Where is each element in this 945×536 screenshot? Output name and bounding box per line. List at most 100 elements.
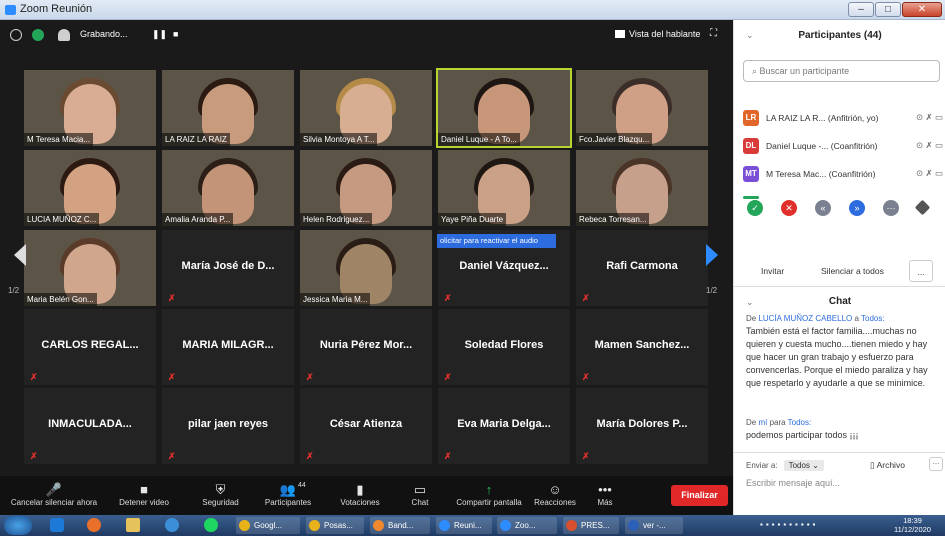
more-button[interactable]: ••• Más xyxy=(580,476,630,515)
participant-tile[interactable]: Silvia Montoya A T... xyxy=(300,70,432,146)
slower-icon[interactable]: « xyxy=(815,200,831,216)
app-icon xyxy=(566,520,577,531)
unmute-request-popup[interactable]: olicitar para reactivar el audio xyxy=(437,234,556,248)
taskbar-app[interactable]: PRES... xyxy=(563,517,619,534)
participant-tile[interactable]: Mamen Sanchez... ✗ xyxy=(576,309,708,385)
file-button[interactable]: ▯ Archivo xyxy=(870,460,905,471)
faster-icon[interactable]: » xyxy=(849,200,865,216)
participant-name: Nuria Pérez Mor... xyxy=(319,339,413,351)
participant-row[interactable]: LR LA RAIZ LA R... (Anfitrión, yo) ⊙ ✗ ▭ xyxy=(743,108,943,128)
taskbar-app[interactable]: Googl... xyxy=(236,517,300,534)
file-explorer-icon[interactable] xyxy=(126,518,140,532)
fullscreen-button[interactable]: ⛶ xyxy=(710,28,717,39)
pause-recording-button[interactable]: ❚❚ xyxy=(152,29,167,40)
participant-tile[interactable]: Amalia Aranda P... xyxy=(162,150,294,226)
participant-name: Mamen Sanchez... xyxy=(594,339,690,351)
more-reactions-icon[interactable]: ⋯ xyxy=(883,200,899,216)
maximize-button[interactable]: □ xyxy=(875,2,901,17)
share-screen-button[interactable]: ↑ Compartir pantalla xyxy=(450,476,528,515)
participant-tile[interactable]: Rafi Carmona ✗ xyxy=(576,230,708,306)
participant-tile[interactable]: Fco.Javier Blazqu... xyxy=(576,70,708,146)
participant-tile[interactable]: Rebeca Torresan... xyxy=(576,150,708,226)
end-meeting-button[interactable]: Finalizar xyxy=(671,485,728,506)
participant-tile[interactable]: Jessica Maria M... xyxy=(300,230,432,306)
stop-video-button[interactable]: ■ Detener video xyxy=(108,476,180,515)
participant-name: Maria Belén Gon... xyxy=(24,293,97,306)
participant-tile[interactable]: pilar jaen reyes ✗ xyxy=(162,388,294,464)
taskbar-app[interactable]: Posas... xyxy=(306,517,364,534)
taskbar-app-label: ver -... xyxy=(643,521,666,530)
firefox-icon[interactable] xyxy=(87,518,101,532)
reactions-button[interactable]: ☺ Reacciones xyxy=(530,476,580,515)
participant-tile[interactable]: Maria Belén Gon... xyxy=(24,230,156,306)
muted-mic-icon: ✗ xyxy=(306,451,314,461)
recipient-link[interactable]: Todos: xyxy=(861,314,885,323)
taskbar-app-label: Posas... xyxy=(324,521,353,530)
grid-icon xyxy=(615,30,625,38)
info-icon[interactable] xyxy=(10,29,22,41)
participant-row[interactable]: DL Daniel Luque -... (Coanfitrión) ⊙ ✗ ▭ xyxy=(743,136,943,156)
taskbar-app-label: PRES... xyxy=(581,521,610,530)
participant-tile[interactable]: Soledad Flores ✗ xyxy=(438,309,570,385)
unmute-button[interactable]: 🎤 Cancelar silenciar ahora xyxy=(5,476,103,515)
participant-tile[interactable]: LA RAIZ LA RAIZ xyxy=(162,70,294,146)
participant-tile[interactable]: María Dolores P... ✗ xyxy=(576,388,708,464)
participant-tile[interactable]: Eva Maria Delga... ✗ xyxy=(438,388,570,464)
sender-link[interactable]: mí xyxy=(758,418,767,427)
participants-chat-panel: ⌄ Participantes (44) ⌕ Buscar un partici… xyxy=(733,20,945,515)
participant-tile[interactable]: INMACULADA... ✗ xyxy=(24,388,156,464)
participant-tile[interactable]: M Teresa Macia... xyxy=(24,70,156,146)
toolbar-label: Chat xyxy=(411,498,429,507)
chevron-right-icon xyxy=(706,244,718,266)
invite-button[interactable]: Invitar xyxy=(761,260,784,282)
yes-icon[interactable]: ✓ xyxy=(747,200,763,216)
app-icon xyxy=(373,520,384,531)
taskbar-app[interactable]: Reuni... xyxy=(436,517,492,534)
app-icon xyxy=(239,520,250,531)
taskbar-app[interactable]: Band... xyxy=(370,517,430,534)
participant-tile[interactable]: LUCIA MUÑOZ C... xyxy=(24,150,156,226)
participant-tile[interactable]: César Atienza ✗ xyxy=(300,388,432,464)
participant-tile[interactable]: MARIA MILAGR... ✗ xyxy=(162,309,294,385)
stop-recording-button[interactable]: ■ xyxy=(173,29,178,39)
speaker-view-button[interactable]: Vista del hablante xyxy=(615,29,700,39)
participant-row[interactable]: MT M Teresa Mac... (Coanfitrión) ⊙ ✗ ▭ xyxy=(743,164,943,184)
participant-name: CARLOS REGAL... xyxy=(41,339,139,351)
participants-button[interactable]: 👥 44 Participantes xyxy=(258,476,318,515)
participant-search-input[interactable]: ⌕ Buscar un participante xyxy=(743,60,940,82)
panel-more-button[interactable]: ... xyxy=(909,260,933,282)
participant-tile[interactable]: Daniel Luque - A To... xyxy=(436,68,572,148)
toolbar-label: Participantes xyxy=(264,498,312,507)
mute-all-button[interactable]: Silenciar a todos xyxy=(821,260,884,282)
taskbar-app[interactable]: Zoo... xyxy=(497,517,557,534)
recipient-link[interactable]: Todos: xyxy=(788,418,812,427)
polls-button[interactable]: ▮ Votaciones xyxy=(330,476,390,515)
taskbar-app[interactable]: ver -... xyxy=(625,517,683,534)
media-player-icon[interactable] xyxy=(50,518,64,532)
participant-tile[interactable]: Nuria Pérez Mor... ✗ xyxy=(300,309,432,385)
participant-tile[interactable]: Helen Rodriguez... xyxy=(300,150,432,226)
participant-tile[interactable]: María José de D... ✗ xyxy=(162,230,294,306)
chat-button[interactable]: ▭ Chat xyxy=(405,476,435,515)
windows-taskbar: Googl... Posas... Band... Reuni... Zoo... PRE… xyxy=(0,515,945,536)
minimize-button[interactable]: – xyxy=(848,2,874,17)
send-to-label: Enviar a: xyxy=(746,461,778,470)
shield-icon[interactable] xyxy=(32,29,44,41)
no-icon[interactable]: ✕ xyxy=(781,200,797,216)
start-button[interactable] xyxy=(4,516,32,535)
muted-mic-icon: ✗ xyxy=(30,451,38,461)
clear-icon[interactable] xyxy=(914,199,931,216)
participant-tile[interactable]: CARLOS REGAL... ✗ xyxy=(24,309,156,385)
send-to-dropdown[interactable]: Todos ⌄ xyxy=(783,460,824,471)
internet-explorer-icon[interactable] xyxy=(165,518,179,532)
meeting-toolbar: 🎤 Cancelar silenciar ahora ■ Detener video ⛨… xyxy=(0,476,733,515)
chat-message-input[interactable]: Escribir mensaje aquí... xyxy=(746,478,840,488)
sender-link[interactable]: LUCÍA MUÑOZ CABELLO xyxy=(758,314,852,323)
participant-tile[interactable]: Yaye Piña Duarte xyxy=(438,150,570,226)
spotify-icon[interactable] xyxy=(204,518,218,532)
muted-mic-icon: ✗ xyxy=(306,372,314,382)
security-button[interactable]: ⛨ Seguridad xyxy=(193,476,248,515)
close-button[interactable]: ✕ xyxy=(902,2,942,17)
chat-more-button[interactable]: ⋯ xyxy=(929,457,943,471)
title-bar: Zoom Reunión – □ ✕ xyxy=(0,0,945,20)
